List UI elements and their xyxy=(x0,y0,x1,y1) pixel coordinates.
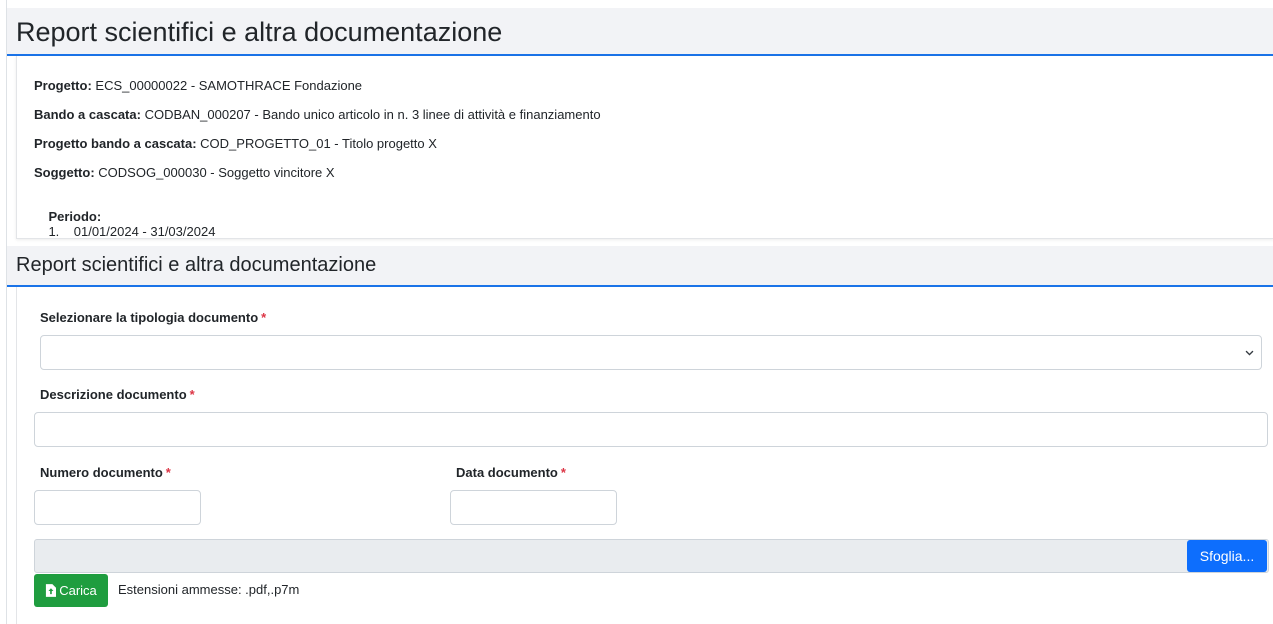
descrizione-input[interactable] xyxy=(34,412,1268,447)
allowed-extensions-text: Estensioni ammesse: .pdf,.p7m xyxy=(118,582,300,597)
info-periodo-value: 1. 01/01/2024 - 31/03/2024 xyxy=(48,224,216,239)
required-marker: * xyxy=(189,387,195,402)
numero-input[interactable] xyxy=(34,490,201,525)
required-marker: * xyxy=(165,465,171,480)
browse-button[interactable]: Sfoglia... xyxy=(1187,540,1267,572)
info-bando-value: CODBAN_000207 - Bando unico articolo in … xyxy=(144,107,601,122)
numero-label-text: Numero documento xyxy=(40,465,163,480)
descrizione-label-text: Descrizione documento xyxy=(40,387,187,402)
info-soggetto-value: CODSOG_000030 - Soggetto vincitore X xyxy=(98,165,335,180)
required-marker: * xyxy=(560,465,566,480)
info-periodo-label: Periodo: xyxy=(48,209,102,224)
data-label-text: Data documento xyxy=(456,465,558,480)
numero-label: Numero documento * xyxy=(40,465,171,480)
data-input[interactable] xyxy=(450,490,617,525)
info-soggetto-label: Soggetto: xyxy=(34,165,95,180)
info-progetto: Progetto: ECS_00000022 - SAMOTHRACE Fond… xyxy=(34,78,362,93)
info-bando: Bando a cascata: CODBAN_000207 - Bando u… xyxy=(34,107,601,122)
descrizione-label: Descrizione documento * xyxy=(40,387,195,402)
tipologia-label: Selezionare la tipologia documento * xyxy=(40,310,266,325)
info-progetto-bando: Progetto bando a cascata: COD_PROGETTO_0… xyxy=(34,136,437,151)
info-progetto-bando-label: Progetto bando a cascata: xyxy=(34,136,197,151)
upload-button-label: Carica xyxy=(59,583,97,598)
info-bando-label: Bando a cascata: xyxy=(34,107,141,122)
tipologia-select[interactable] xyxy=(40,335,1262,370)
chevron-down-icon xyxy=(1245,350,1254,356)
page-title: Report scientifici e altra documentazion… xyxy=(16,17,503,47)
section-header: Report scientifici e altra documentazion… xyxy=(7,246,1273,287)
info-periodo: Periodo: 1. 01/01/2024 - 31/03/2024 xyxy=(34,194,215,254)
file-upload-icon xyxy=(46,584,57,597)
tipologia-label-text: Selezionare la tipologia documento xyxy=(40,310,259,325)
info-progetto-bando-value: COD_PROGETTO_01 - Titolo progetto X xyxy=(200,136,437,151)
file-select-field[interactable]: Sfoglia... xyxy=(34,539,1269,573)
project-info-card: Progetto: ECS_00000022 - SAMOTHRACE Fond… xyxy=(16,56,1273,239)
info-progetto-label: Progetto: xyxy=(34,78,92,93)
section-title: Report scientifici e altra documentazion… xyxy=(16,254,377,276)
info-progetto-value: ECS_00000022 - SAMOTHRACE Fondazione xyxy=(95,78,363,93)
required-marker: * xyxy=(261,310,267,325)
upload-button[interactable]: Carica xyxy=(34,574,108,607)
info-soggetto: Soggetto: CODSOG_000030 - Soggetto vinci… xyxy=(34,165,335,180)
data-label: Data documento * xyxy=(456,465,566,480)
page-left-border xyxy=(6,0,7,624)
page-header: Report scientifici e altra documentazion… xyxy=(7,8,1273,56)
